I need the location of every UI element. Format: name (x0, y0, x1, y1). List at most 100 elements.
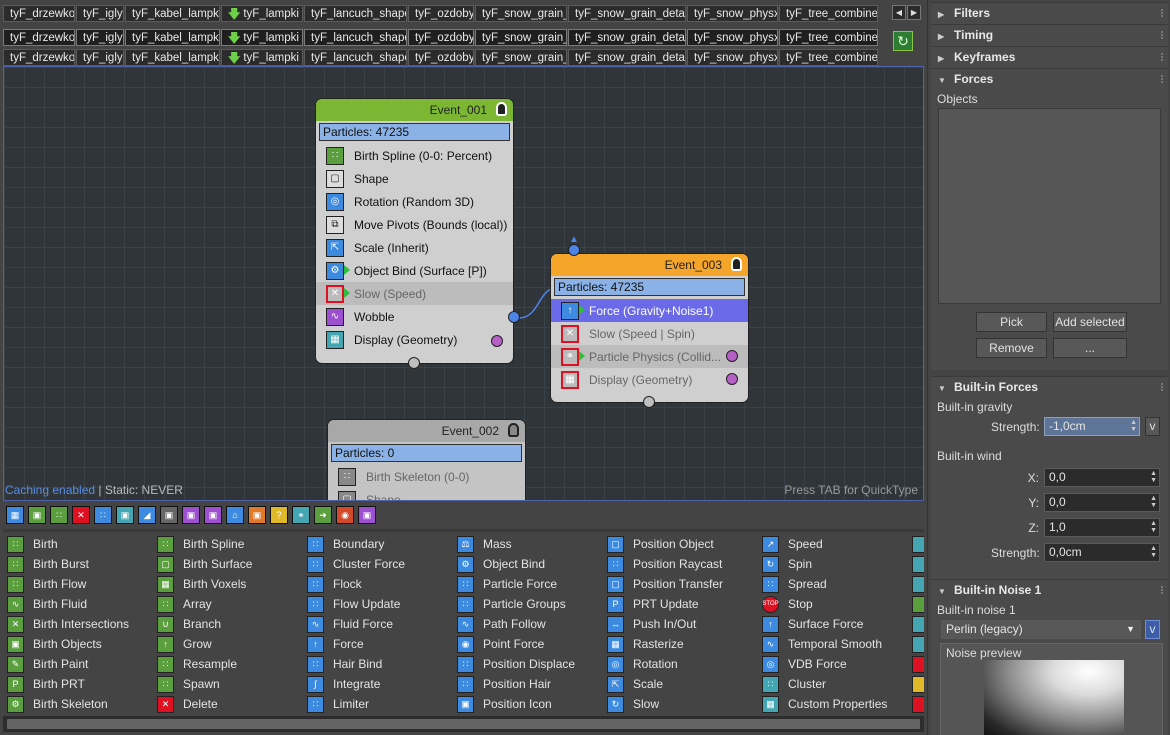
spinner-arrows-icon[interactable]: ▲ ▼ (1150, 545, 1157, 559)
list-item[interactable]: ⇱ Scale (607, 674, 757, 694)
tab-lancuch-shape[interactable]: tyF_lancuch_shape (304, 29, 407, 46)
operator-shape[interactable]: ▢ Shape (316, 167, 513, 190)
list-item[interactable]: ∷ Spawn (157, 674, 307, 694)
tab-snow-grain-detai[interactable]: tyF_snow_grain_detai (568, 49, 686, 66)
list-item[interactable] (912, 634, 924, 654)
wind-z-spinner[interactable]: 1,0 ▲ ▼ (1044, 518, 1160, 537)
list-item[interactable] (912, 654, 924, 674)
light-bulb-icon[interactable] (731, 257, 742, 271)
list-item[interactable]: P PRT Update (607, 594, 757, 614)
list-item[interactable]: ∷ Flock (307, 574, 457, 594)
tab-tree-combine[interactable]: tyF_tree_combine (779, 5, 878, 22)
tab-drzewko[interactable]: tyF_drzewko (3, 49, 75, 66)
list-item[interactable]: ∷ Particle Groups (457, 594, 607, 614)
list-item[interactable] (912, 574, 924, 594)
toolbar-rotation-icon[interactable]: ◢ (138, 506, 156, 524)
list-item[interactable]: P Birth PRT (7, 674, 157, 694)
tab-snow-grain[interactable]: tyF_snow_grain_ (475, 49, 567, 66)
force-objects-list[interactable] (938, 108, 1161, 304)
list-item[interactable]: STOP Stop (762, 594, 912, 614)
wind-x-spinner[interactable]: 0,0 ▲ ▼ (1044, 468, 1160, 487)
list-item[interactable]: ∷ Cluster Force (307, 554, 457, 574)
tab-snow-physx[interactable]: tyF_snow_physx (687, 29, 778, 46)
list-item[interactable]: ↔ Push In/Out (607, 614, 757, 634)
list-item[interactable]: ∪ Branch (157, 614, 307, 634)
operator-rotation[interactable]: ◎ Rotation (Random 3D) (316, 190, 513, 213)
toolbar-all-icon[interactable]: ▦ (6, 506, 24, 524)
node-canvas[interactable]: Event_001 Particles: 47235 ∷ Birth Spline… (3, 66, 924, 501)
list-item[interactable]: ◉ Point Force (457, 634, 607, 654)
list-item[interactable]: ↗ Speed (762, 534, 912, 554)
list-item[interactable]: ∷ Cluster (762, 674, 912, 694)
tab-snow-physx[interactable]: tyF_snow_physx (687, 5, 778, 22)
tab-kabel-lampki[interactable]: tyF_kabel_lampki (125, 29, 220, 46)
tab-snow-grain-detai[interactable]: tyF_snow_grain_detai (568, 5, 686, 22)
toolbar-custom-icon[interactable]: ▣ (358, 506, 376, 524)
input-port[interactable] (568, 244, 580, 256)
tab-scroll-left-icon[interactable]: ◀ (892, 5, 906, 20)
scrollbar-thumb[interactable] (7, 719, 920, 729)
list-item[interactable]: ▢ Birth Surface (157, 554, 307, 574)
operator-scale[interactable]: ⇱ Scale (Inherit) (316, 236, 513, 259)
drag-handle-icon[interactable] (1161, 31, 1165, 39)
list-item[interactable]: ↻ Spin (762, 554, 912, 574)
tab-drzewko[interactable]: tyF_drzewko (3, 29, 75, 46)
tab-tree-combine[interactable]: tyF_tree_combine (779, 29, 878, 46)
toolbar-material-icon[interactable]: ▣ (182, 506, 200, 524)
list-item[interactable]: ▣ Position Icon (457, 694, 607, 714)
tab-lampki[interactable]: 🡇 tyF_lampki (221, 29, 303, 46)
list-item[interactable]: ⚙ Object Bind (457, 554, 607, 574)
operator-display[interactable]: ▦ Display (Geometry) (551, 368, 748, 391)
tab-igly[interactable]: tyF_igly (76, 29, 124, 46)
list-item[interactable]: ▦ Rasterize (607, 634, 757, 654)
toolbar-script-icon[interactable]: ? (270, 506, 288, 524)
operator-birth-spline[interactable]: ∷ Birth Spline (0-0: Percent) (316, 144, 513, 167)
tab-kabel-lampki[interactable]: tyF_kabel_lampki (125, 49, 220, 66)
physics-color-swatch[interactable] (726, 350, 738, 362)
toolbar-force-icon[interactable]: ∷ (94, 506, 112, 524)
toolbar-mesh-icon[interactable]: ⌂ (226, 506, 244, 524)
list-item[interactable]: ✕ Birth Intersections (7, 614, 157, 634)
list-item[interactable]: ∷ Birth Flow (7, 574, 157, 594)
list-item[interactable]: ∷ Boundary (307, 534, 457, 554)
gravity-strength-spinner[interactable]: -1,0cm ▲ ▼ (1044, 417, 1140, 436)
list-item[interactable] (912, 534, 924, 554)
list-item[interactable]: ∿ Path Follow (457, 614, 607, 634)
event-node-002[interactable]: Event_002 Particles: 0 ∷ Birth Skeleton (… (327, 419, 526, 500)
tab-ozdoby[interactable]: tyF_ozdoby (408, 5, 474, 22)
event-node-003[interactable]: Event_003 Particles: 47235 ↑ Force (Gravi… (550, 253, 749, 403)
gravity-options-button[interactable]: v (1145, 417, 1160, 436)
rollout-header[interactable]: ▼ Built-in Forces (931, 377, 1168, 398)
event-node-header[interactable]: Event_003 (551, 254, 748, 276)
rollout-header[interactable]: ▶ Timing (931, 25, 1168, 46)
operator-birth-skeleton[interactable]: ∷ Birth Skeleton (0-0) (328, 465, 525, 488)
pick-button[interactable]: Pick (976, 312, 1047, 332)
operator-particle-physics[interactable]: ⚭ Particle Physics (Collid... (551, 345, 748, 368)
tab-tree-combine[interactable]: tyF_tree_combine (779, 49, 878, 66)
tab-igly[interactable]: tyF_igly (76, 49, 124, 66)
list-item[interactable]: ∿ Fluid Force (307, 614, 457, 634)
drag-handle-icon[interactable] (1161, 75, 1165, 83)
list-item[interactable]: ∷ Particle Force (457, 574, 607, 594)
toolbar-scale-icon[interactable]: ▣ (160, 506, 178, 524)
output-port[interactable] (643, 396, 655, 408)
list-item[interactable]: ↻ Slow (607, 694, 757, 714)
list-item[interactable] (912, 594, 924, 614)
wind-strength-spinner[interactable]: 0,0cm ▲ ▼ (1044, 543, 1160, 562)
list-item[interactable]: ∫ Integrate (307, 674, 457, 694)
tab-lancuch-shape[interactable]: tyF_lancuch_shape (304, 5, 407, 22)
toolbar-mapping-icon[interactable]: ▣ (204, 506, 222, 524)
remove-button[interactable]: Remove (976, 338, 1047, 358)
list-item[interactable]: ∷ Resample (157, 654, 307, 674)
list-item[interactable]: ∷ Position Displace (457, 654, 607, 674)
list-item[interactable]: ⚙ Birth Skeleton (7, 694, 157, 714)
spinner-arrows-icon[interactable]: ▲ ▼ (1150, 495, 1157, 509)
tab-ozdoby[interactable]: tyF_ozdoby (408, 49, 474, 66)
list-item[interactable] (912, 674, 924, 694)
tab-snow-grain-detai[interactable]: tyF_snow_grain_detai (568, 29, 686, 46)
event-node-header[interactable]: Event_002 (328, 420, 525, 442)
operator-move-pivots[interactable]: ⧉ Move Pivots (Bounds (local)) (316, 213, 513, 236)
operator-slow[interactable]: ✕ Slow (Speed | Spin) (551, 322, 748, 345)
list-item[interactable]: ∷ Position Hair (457, 674, 607, 694)
tab-scroll-right-icon[interactable]: ▶ (907, 5, 921, 20)
